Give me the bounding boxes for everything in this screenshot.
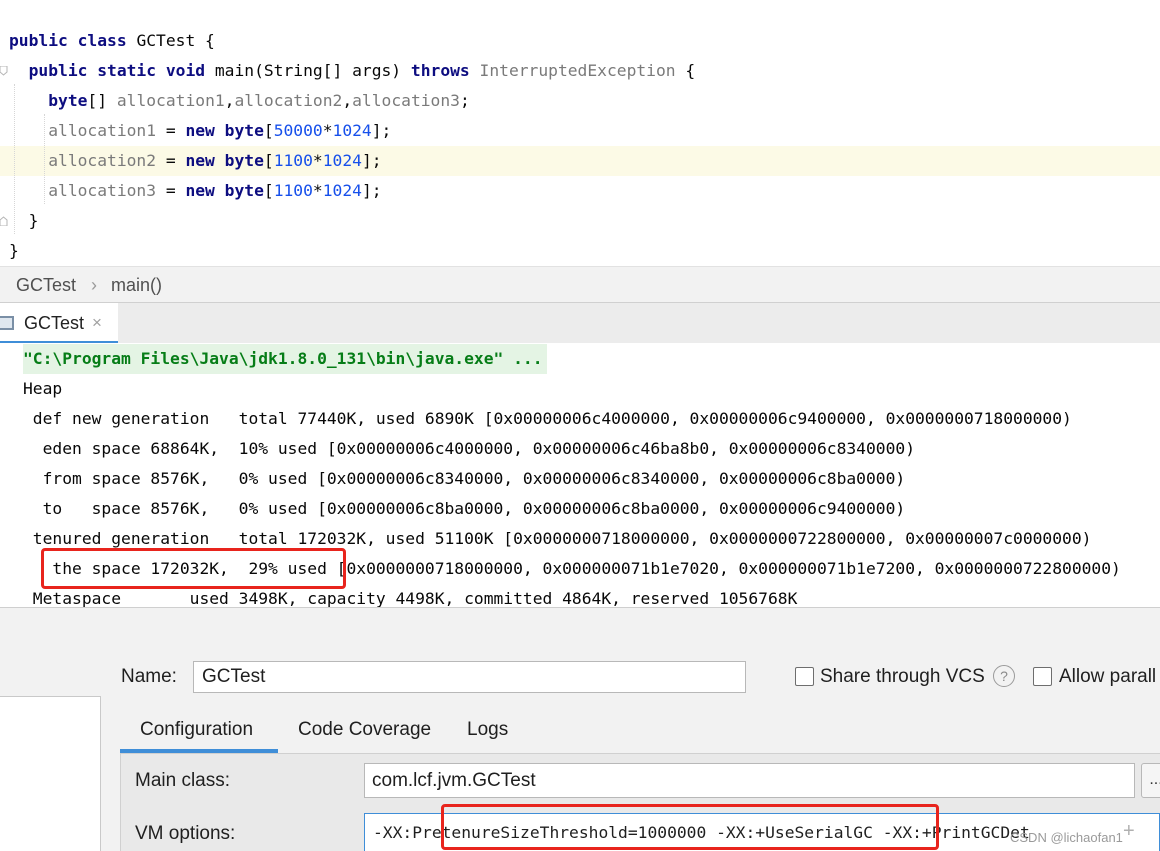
code-token: byte <box>9 91 88 110</box>
code-token: main(String[] args) <box>214 61 411 80</box>
code-line-4[interactable]: allocation1 = new byte[50000*1024]; <box>0 116 1160 146</box>
code-token: allocation3 <box>9 181 166 200</box>
code-token: allocation1 <box>116 91 225 110</box>
code-token: [ <box>263 151 274 170</box>
code-token: , <box>342 91 353 110</box>
code-token: 1100 <box>273 151 313 170</box>
annotation-highlight-box <box>441 804 939 850</box>
tab-logs[interactable]: Logs <box>467 716 508 746</box>
allow-parallel-label[interactable]: Allow parall <box>1059 664 1156 690</box>
code-token: [ <box>263 121 274 140</box>
code-token: [ <box>263 181 274 200</box>
code-token: allocation2 <box>234 91 343 110</box>
breadcrumb-class[interactable]: GCTest <box>16 267 76 303</box>
watermark: CSDN @lichaofan1 <box>1010 830 1123 845</box>
code-token: 1024 <box>322 181 362 200</box>
allow-parallel-checkbox[interactable] <box>1033 667 1052 686</box>
code-token: [] <box>87 91 117 110</box>
code-token: 1024 <box>332 121 372 140</box>
fold-marker-icon[interactable] <box>0 216 8 226</box>
code-token: InterruptedException <box>479 61 686 80</box>
browse-button[interactable]: ... <box>1141 763 1160 798</box>
code-line-8[interactable]: } <box>0 236 1160 266</box>
code-token: new byte <box>185 151 264 170</box>
code-token: public class <box>9 31 137 50</box>
console-command-line: "C:\Program Files\Java\jdk1.8.0_131\bin\… <box>23 344 547 374</box>
code-token: } <box>9 241 19 260</box>
code-token: new byte <box>185 181 264 200</box>
code-token: = <box>165 181 186 200</box>
breadcrumb: GCTest › main() <box>0 266 1160 302</box>
share-vcs-label[interactable]: Share through VCS <box>820 664 985 690</box>
configuration-tree-panel[interactable] <box>0 696 101 851</box>
code-token: allocation3 <box>352 91 460 110</box>
code-token: public static void <box>9 61 215 80</box>
code-line-2[interactable]: public static void main(String[] args) t… <box>0 56 1160 86</box>
code-token: ; <box>459 91 470 110</box>
run-tab-gctest[interactable]: GCTest × <box>0 303 118 344</box>
indent-guide-1 <box>14 84 15 234</box>
code-token: throws <box>410 61 480 80</box>
console-line: eden space 68864K, 10% used [0x00000006c… <box>23 439 915 458</box>
console-line: Heap <box>23 379 63 398</box>
main-class-input[interactable]: com.lcf.jvm.GCTest <box>364 763 1135 798</box>
code-token: ]; <box>361 151 382 170</box>
code-line-7[interactable]: } <box>0 206 1160 236</box>
code-token: 50000 <box>273 121 323 140</box>
breadcrumb-separator-icon: › <box>91 275 97 295</box>
code-line-6[interactable]: allocation3 = new byte[1100*1024]; <box>0 176 1160 206</box>
code-token: = <box>165 151 186 170</box>
code-token: GCTest { <box>136 31 215 50</box>
code-token: , <box>224 91 235 110</box>
tab-configuration[interactable]: Configuration <box>140 716 253 746</box>
annotation-highlight-box <box>41 548 346 589</box>
code-token: * <box>322 121 333 140</box>
share-vcs-checkbox[interactable] <box>795 667 814 686</box>
code-token: * <box>312 151 323 170</box>
console-line: from space 8576K, 0% used [0x00000006c83… <box>23 469 906 488</box>
code-token: new byte <box>185 121 264 140</box>
tab-code-coverage[interactable]: Code Coverage <box>298 716 431 746</box>
code-line-3[interactable]: byte[] allocation1,allocation2,allocatio… <box>0 86 1160 116</box>
code-token: 1100 <box>273 181 313 200</box>
code-token: allocation1 <box>9 121 166 140</box>
run-tab-title: GCTest <box>24 313 85 333</box>
vm-options-label: VM options: <box>135 823 236 844</box>
code-token: { <box>685 61 696 80</box>
console-window-icon <box>0 316 14 330</box>
name-input[interactable]: GCTest <box>193 661 746 693</box>
run-console-output[interactable]: "C:\Program Files\Java\jdk1.8.0_131\bin\… <box>0 343 1160 607</box>
code-token: = <box>165 121 186 140</box>
close-icon[interactable]: × <box>92 303 102 343</box>
help-icon[interactable]: ? <box>993 665 1015 687</box>
console-line: def new generation total 77440K, used 68… <box>23 409 1072 428</box>
run-tool-window-tabbar: GCTest × <box>0 302 1160 344</box>
code-token: allocation2 <box>9 151 166 170</box>
name-label: Name: <box>121 666 177 687</box>
code-line-5-current[interactable]: allocation2 = new byte[1100*1024]; <box>0 146 1160 176</box>
code-token: ]; <box>371 121 392 140</box>
console-line: to space 8576K, 0% used [0x00000006c8ba0… <box>23 499 906 518</box>
code-line-1[interactable]: public class GCTest { <box>0 26 1160 56</box>
code-token: * <box>312 181 323 200</box>
indent-guide-2 <box>44 114 45 204</box>
code-editor[interactable]: public class GCTest { public static void… <box>0 0 1160 266</box>
fold-marker-icon[interactable] <box>0 66 8 76</box>
breadcrumb-method[interactable]: main() <box>111 267 162 303</box>
code-token: ]; <box>361 181 382 200</box>
code-token: 1024 <box>322 151 362 170</box>
run-configuration-dialog: Name: GCTest Share through VCS ? Allow p… <box>0 607 1160 851</box>
expand-icon[interactable]: + <box>1123 820 1135 842</box>
main-class-label: Main class: <box>135 770 231 791</box>
